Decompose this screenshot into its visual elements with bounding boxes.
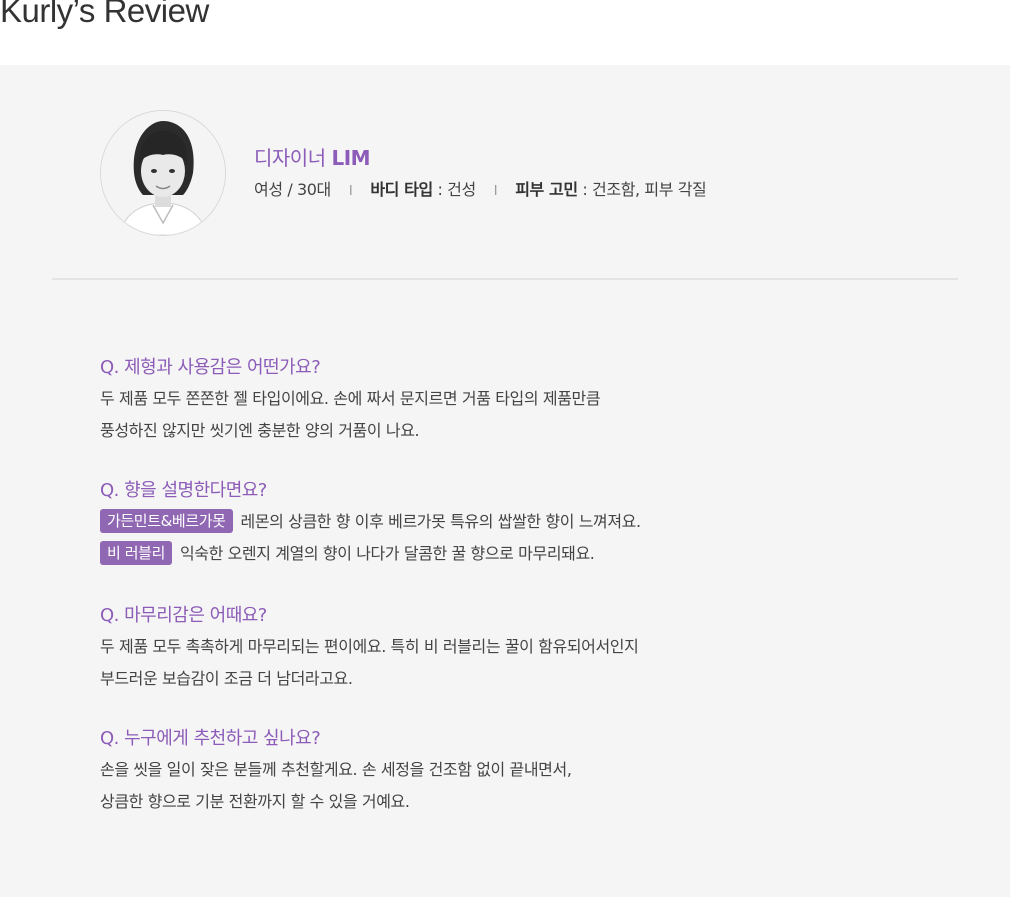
question: Q. 마무리감은 어때요?: [100, 605, 267, 626]
reviewer-role: 디자이너: [254, 146, 326, 170]
reviewer-portrait: [101, 111, 225, 235]
qa-block-scent: Q. 향을 설명한다면요? 가든민트&베르가못 레몬의 상큼한 향 이후 베르가못…: [100, 476, 920, 570]
answer-text: 레몬의 상큼한 향 이후 베르가못 특유의 쌉쌀한 향이 느껴져요.: [240, 512, 642, 531]
skin-concern-label: 피부 고민: [515, 180, 578, 199]
qa-block-texture: Q. 제형과 사용감은 어떤가요? 두 제품 모두 쫀쫀한 젤 타입이에요. 손…: [100, 353, 920, 447]
gender-age: 여성 / 30대: [254, 180, 331, 199]
qa-block-finish: Q. 마무리감은 어때요? 두 제품 모두 촉촉하게 마무리되는 편이에요. 특…: [100, 601, 920, 695]
product-tag: 비 러블리: [100, 541, 172, 565]
answer-line: 두 제품 모두 쫀쫀한 젤 타입이에요. 손에 짜서 문지르면 거품 타입의 제…: [100, 389, 601, 408]
answer-line: 풍성하진 않지만 씻기엔 충분한 양의 거품이 나요.: [100, 421, 420, 440]
answer-line: 상큼한 향으로 기분 전환까지 할 수 있을 거예요.: [100, 792, 410, 811]
reviewer-name-text: LIM: [331, 146, 371, 170]
review-panel: 디자이너 LIM 여성 / 30대 I 바디 타입 : 건성 I 피부 고민 : 건조함…: [0, 65, 1010, 897]
answer-line: 두 제품 모두 촉촉하게 마무리되는 편이에요. 특히 비 러블리는 꿀이 함유…: [100, 637, 639, 656]
question: Q. 제형과 사용감은 어떤가요?: [100, 357, 321, 378]
reviewer-name: 디자이너 LIM: [254, 142, 371, 171]
meta-separator: I: [493, 184, 498, 199]
question: Q. 누구에게 추천하고 싶나요?: [100, 728, 321, 749]
body-type-label: 바디 타입: [370, 180, 433, 199]
answer-line: 비 러블리 익숙한 오렌지 계열의 향이 나다가 달콤한 꿀 향으로 마무리돼요.: [100, 538, 920, 570]
answer-line: 손을 씻을 일이 잦은 분들께 추천할게요. 손 세정을 건조함 없이 끝내면서…: [100, 760, 572, 779]
reviewer-avatar: [100, 110, 226, 236]
answer-line: 가든민트&베르가못 레몬의 상큼한 향 이후 베르가못 특유의 쌉쌀한 향이 느껴…: [100, 506, 920, 538]
reviewer-meta: 여성 / 30대 I 바디 타입 : 건성 I 피부 고민 : 건조함, 피부 각질: [254, 176, 707, 200]
divider: [52, 278, 958, 280]
body-type-value: : 건성: [432, 180, 476, 199]
qa-block-recommend: Q. 누구에게 추천하고 싶나요? 손을 씻을 일이 잦은 분들께 추천할게요.…: [100, 724, 920, 818]
answer-line: 부드러운 보습감이 조금 더 남더라고요.: [100, 669, 353, 688]
meta-separator: I: [348, 184, 353, 199]
skin-concern-value: : 건조함, 피부 각질: [577, 180, 707, 199]
answer-text: 익숙한 오렌지 계열의 향이 나다가 달콤한 꿀 향으로 마무리돼요.: [179, 544, 595, 563]
question: Q. 향을 설명한다면요?: [100, 480, 267, 501]
page-title: Kurly’s Review: [0, 0, 209, 29]
product-tag: 가든민트&베르가못: [100, 509, 233, 533]
